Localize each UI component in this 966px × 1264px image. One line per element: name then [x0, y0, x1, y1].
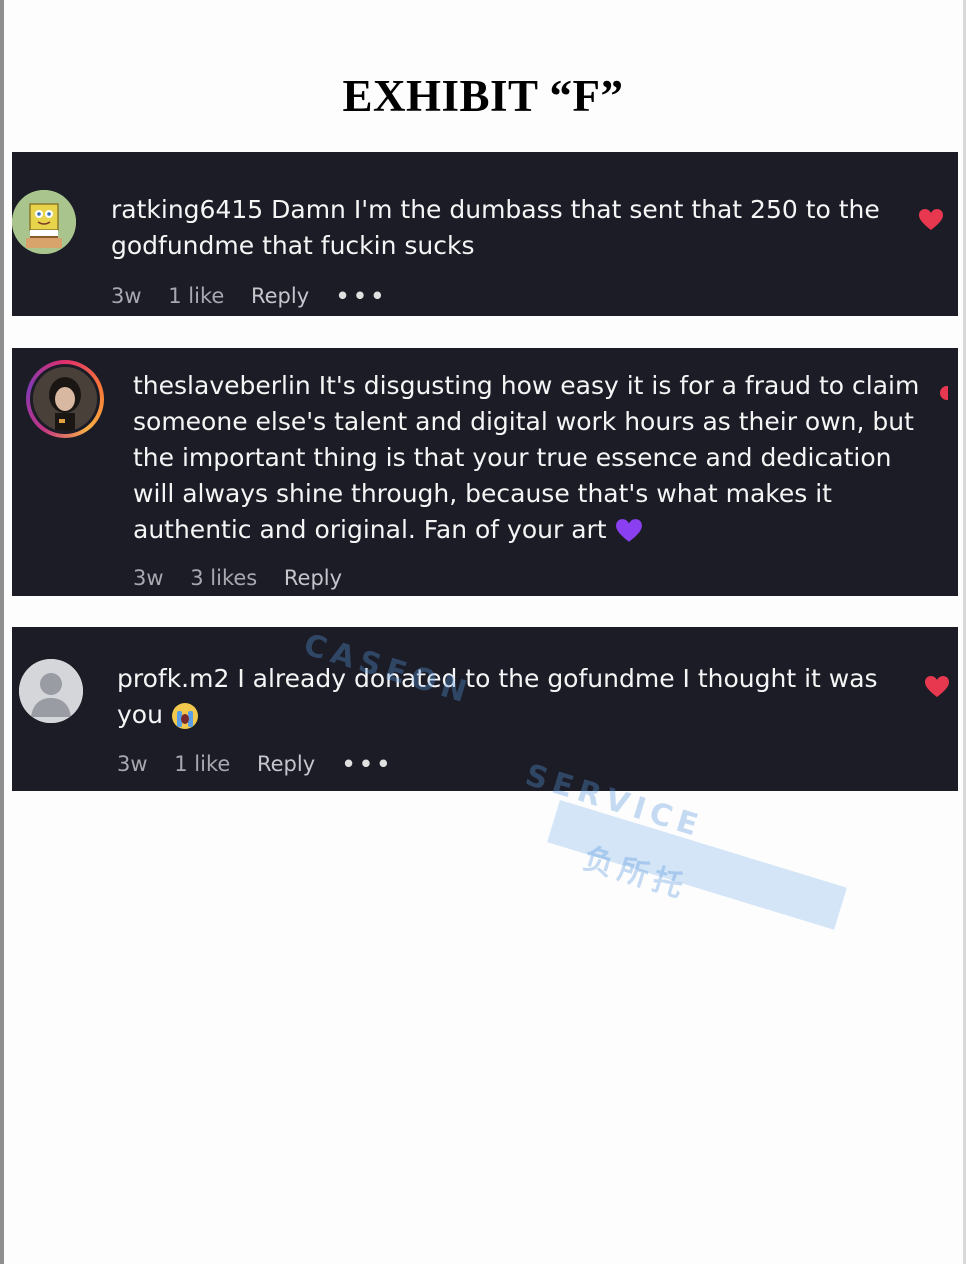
- sponge-character-icon: [12, 190, 76, 254]
- page-edge-left: [0, 0, 4, 1264]
- avatar[interactable]: [26, 360, 104, 438]
- watermark-band: [547, 800, 847, 930]
- person-photo-icon: [33, 367, 97, 431]
- purple-heart-icon: [615, 519, 642, 542]
- default-avatar-icon: [19, 659, 83, 723]
- more-options-button[interactable]: •••: [342, 751, 394, 777]
- comment-meta: 3w 3 likes Reply: [133, 565, 362, 591]
- avatar[interactable]: [12, 190, 76, 254]
- comment-username[interactable]: profk.m2: [117, 664, 229, 693]
- comment-username[interactable]: theslaveberlin: [133, 371, 311, 400]
- reply-button[interactable]: Reply: [257, 751, 315, 777]
- exhibit-title: EXHIBIT “F”: [342, 71, 624, 121]
- like-count[interactable]: 1 like: [174, 751, 230, 777]
- like-count[interactable]: 3 likes: [190, 565, 257, 591]
- comment-time: 3w: [133, 566, 164, 590]
- crying-face-icon: [171, 703, 198, 729]
- like-count[interactable]: 1 like: [168, 283, 224, 309]
- comment-username[interactable]: ratking6415: [111, 195, 263, 224]
- heart-icon[interactable]: [924, 675, 950, 699]
- comment-ratking6415: ratking6415 Damn I'm the dumbass that se…: [12, 152, 958, 316]
- reply-button[interactable]: Reply: [251, 283, 309, 309]
- comment-time: 3w: [117, 752, 148, 776]
- comment-profk-m2: profk.m2 I already donated to the gofund…: [12, 627, 958, 791]
- comment-time: 3w: [111, 284, 142, 308]
- comment-text: theslaveberlin It's disgusting how easy …: [133, 368, 933, 548]
- reply-button[interactable]: Reply: [284, 565, 342, 591]
- heart-icon[interactable]: [918, 208, 944, 232]
- comment-text: profk.m2 I already donated to the gofund…: [117, 661, 897, 733]
- comment-body: I already donated to the gofundme I thou…: [117, 664, 878, 729]
- comment-meta: 3w 1 like Reply •••: [117, 751, 414, 777]
- comment-theslaveberlin: theslaveberlin It's disgusting how easy …: [12, 348, 958, 596]
- more-options-button[interactable]: •••: [336, 283, 388, 309]
- comment-meta: 3w 1 like Reply •••: [111, 283, 408, 309]
- avatar[interactable]: [19, 659, 83, 723]
- heart-icon[interactable]: [940, 386, 948, 400]
- comment-text: ratking6415 Damn I'm the dumbass that se…: [111, 192, 891, 264]
